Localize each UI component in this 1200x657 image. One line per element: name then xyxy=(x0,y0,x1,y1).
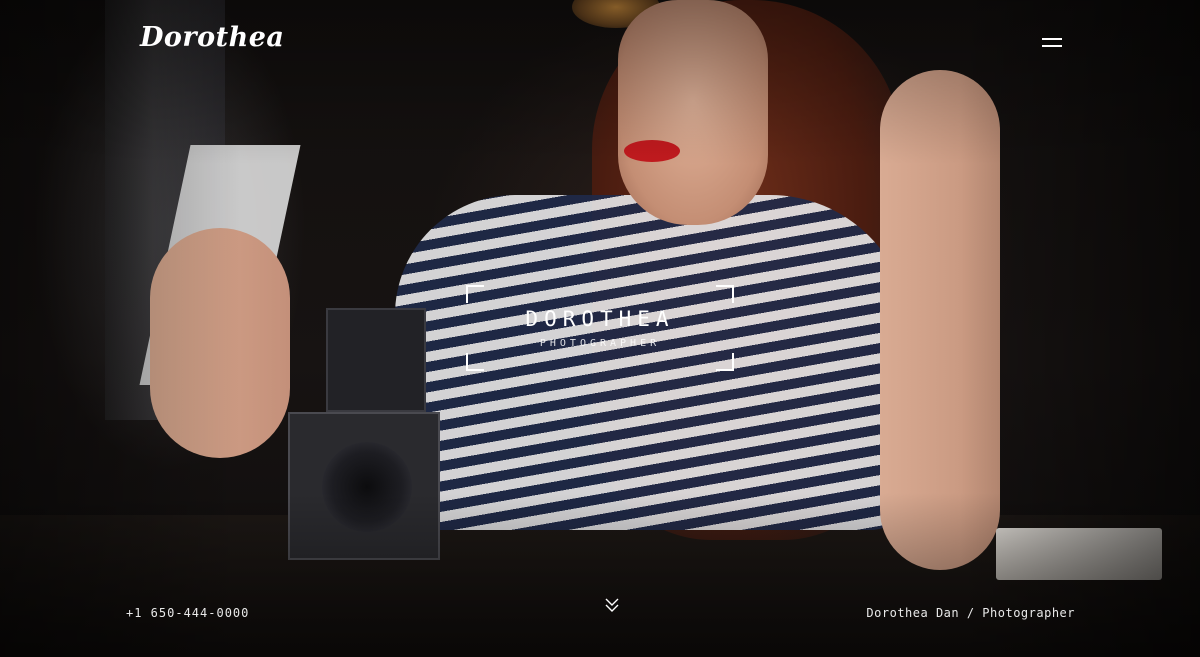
photographer-credit: Dorothea Dan / Photographer xyxy=(866,606,1075,620)
brand-subtitle: PHOTOGRAPHER xyxy=(539,338,661,349)
site-logo[interactable]: Dorothea xyxy=(140,22,284,53)
hamburger-line-top xyxy=(1042,38,1062,40)
frame-corner-bottom-right xyxy=(716,353,734,371)
hero-section: Dorothea DOROTHEA PHOTOGRAPHER +1 650-44… xyxy=(0,0,1200,657)
hamburger-line-bottom xyxy=(1042,45,1062,47)
menu-button[interactable] xyxy=(1036,30,1068,54)
chevron-double-down-icon[interactable] xyxy=(603,596,621,614)
frame-corner-bottom-left xyxy=(466,353,484,371)
frame-corner-top-left xyxy=(466,285,484,303)
brand-title: DOROTHEA xyxy=(525,307,675,331)
frame-corner-top-right xyxy=(716,285,734,303)
center-brand-frame: DOROTHEA PHOTOGRAPHER xyxy=(466,285,734,371)
phone-number: +1 650-444-0000 xyxy=(126,606,250,620)
